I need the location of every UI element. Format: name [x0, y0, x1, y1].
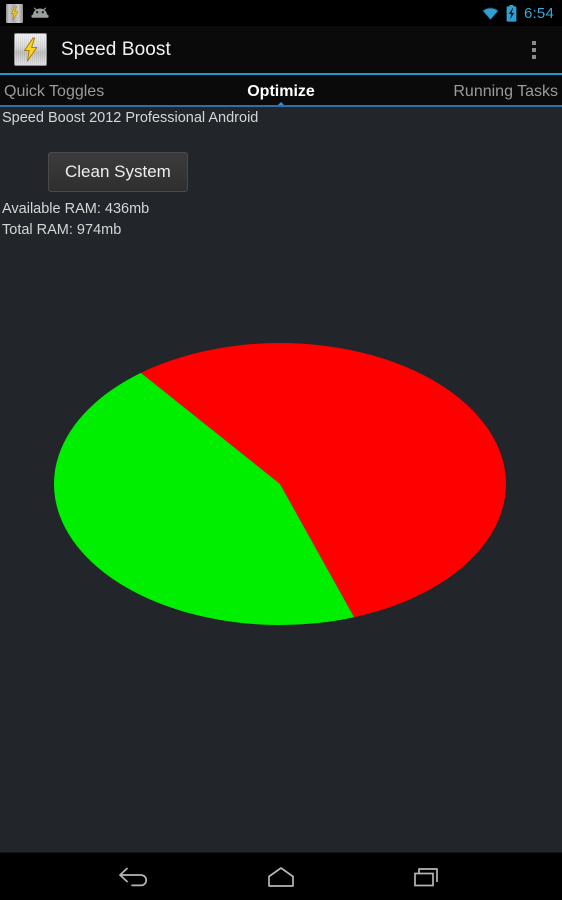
recents-button[interactable]	[393, 853, 463, 900]
system-navigation-bar	[0, 852, 562, 900]
wifi-icon	[481, 6, 500, 21]
action-bar: Speed Boost	[0, 26, 562, 73]
battery-charging-icon	[506, 4, 517, 22]
speed-boost-bolt-icon	[14, 33, 47, 66]
optimize-panel: Speed Boost 2012 Professional Android Cl…	[0, 107, 562, 852]
app-title: Speed Boost	[61, 38, 171, 60]
app-notification-bolt-icon	[6, 3, 23, 23]
home-button[interactable]	[246, 853, 316, 900]
status-bar-notification-icons	[6, 3, 50, 23]
app-subtitle: Speed Boost 2012 Professional Android	[2, 110, 259, 126]
back-button[interactable]	[99, 853, 169, 900]
tab-label: Optimize	[247, 83, 315, 100]
available-ram-label: Available RAM: 436mb	[2, 201, 150, 217]
status-bar: 6:54	[0, 0, 562, 26]
tab-bar: Quick Toggles Optimize Running Tasks	[0, 73, 562, 110]
tab-optimize[interactable]: Optimize	[189, 75, 374, 110]
ram-usage-pie-chart	[53, 343, 506, 626]
pie-slice	[53, 372, 355, 626]
android-screen: 6:54 Speed Boost Quick Toggles Optimize …	[0, 0, 562, 900]
overflow-menu-icon[interactable]	[512, 26, 556, 73]
tab-label: Running Tasks	[453, 83, 559, 100]
tab-running-tasks[interactable]: Running Tasks	[373, 75, 562, 109]
total-ram-label: Total RAM: 974mb	[2, 222, 122, 238]
pie-slice	[140, 343, 506, 618]
tab-label: Quick Toggles	[4, 83, 105, 100]
clean-system-button[interactable]: Clean System	[48, 152, 188, 192]
status-bar-system-icons: 6:54	[481, 4, 554, 22]
status-bar-clock: 6:54	[524, 4, 554, 22]
android-head-icon	[30, 6, 50, 20]
tab-quick-toggles[interactable]: Quick Toggles	[0, 75, 189, 109]
